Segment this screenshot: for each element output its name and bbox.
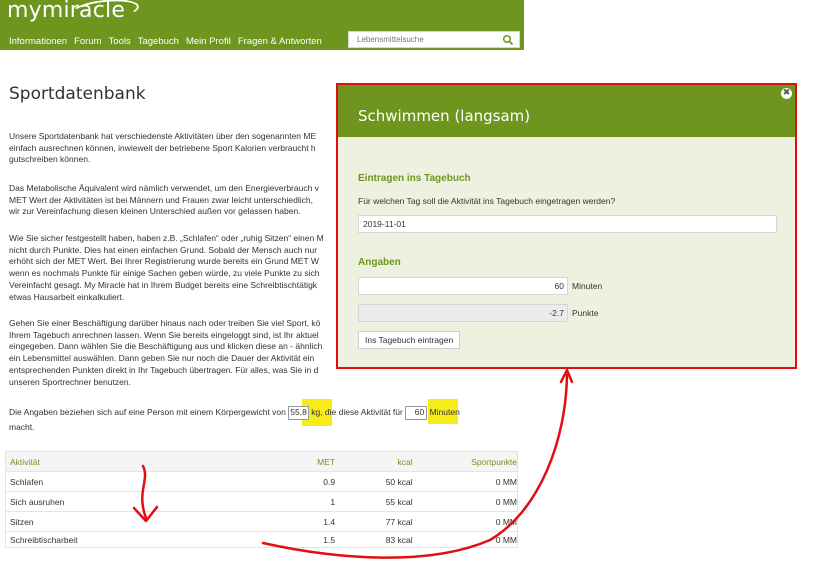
points-field: -2.7: [358, 304, 568, 322]
points-unit-label: Punkte: [572, 308, 599, 318]
activity-name: Schreibtischarbeit: [10, 534, 78, 545]
minutes-field[interactable]: 60: [358, 277, 568, 295]
table-header-row: Aktivität MET kcal Sportpunkte: [6, 452, 517, 471]
weight-sentence: Die Angaben beziehen sich auf eine Perso…: [9, 406, 529, 420]
food-search-input[interactable]: Lebensmittelsuche: [348, 31, 520, 48]
add-to-diary-button[interactable]: Ins Tagebuch eintragen: [358, 331, 461, 349]
activity-points: 0 MM: [495, 496, 517, 507]
nav-item-forum[interactable]: Forum: [74, 36, 101, 47]
activity-table: Aktivität MET kcal Sportpunkte Schlafen …: [5, 451, 518, 548]
activity-points: 0 MM: [495, 476, 517, 487]
date-input[interactable]: 2019-11-01: [358, 215, 777, 233]
main-nav: Informationen Forum Tools Tagebuch Mein …: [9, 36, 329, 47]
weight-input[interactable]: 55,8: [288, 406, 309, 420]
curved-arrow-head: [559, 368, 574, 384]
nav-item-mein-profil[interactable]: Mein Profil: [186, 36, 231, 47]
activity-kcal: 50 kcal: [385, 476, 413, 487]
activity-points: 0 MM: [495, 534, 517, 545]
activity-kcal: 55 kcal: [385, 496, 413, 507]
weight-sentence-mid: kg, die diese Aktivität für: [311, 407, 403, 417]
minutes-input[interactable]: 60: [405, 406, 428, 420]
activity-name: Sich ausruhen: [10, 496, 65, 507]
weight-sentence-line2: macht.: [9, 422, 35, 432]
table-row[interactable]: Sich ausruhen 1 55 kcal 0 MM: [6, 491, 517, 511]
modal-title: Schwimmen (langsam): [358, 107, 531, 125]
table-row[interactable]: Sitzen 1.4 77 kcal 0 MM: [6, 511, 517, 531]
activity-met: 0.9: [323, 476, 336, 487]
activity-name: Schlafen: [10, 476, 44, 487]
col-header-aktivitaet[interactable]: Aktivität: [6, 457, 293, 467]
modal-header: Schwimmen (langsam): [338, 85, 795, 137]
site-header: mymiracle Informationen Forum Tools Tage…: [0, 0, 524, 50]
search-icon[interactable]: [502, 34, 514, 46]
col-header-sportpunkte[interactable]: Sportpunkte: [413, 457, 517, 467]
nav-item-informationen[interactable]: Informationen: [9, 36, 67, 47]
nav-item-fragen-antworten[interactable]: Fragen & Antworten: [238, 36, 322, 47]
page-title: Sportdatenbank: [9, 84, 146, 104]
activity-met: 1.5: [323, 534, 336, 545]
activity-modal: Schwimmen (langsam) ✖ Eintragen ins Tage…: [336, 83, 797, 369]
diary-section-title: Eintragen ins Tagebuch: [358, 173, 471, 184]
activity-kcal: 77 kcal: [385, 516, 413, 527]
weight-sentence-end: Minuten: [429, 407, 460, 417]
activity-points: 0 MM: [495, 516, 517, 527]
search-placeholder: Lebensmittelsuche: [357, 35, 424, 44]
nav-item-tagebuch[interactable]: Tagebuch: [138, 36, 179, 47]
close-icon[interactable]: ✖: [781, 88, 792, 99]
table-row[interactable]: Schreibtischarbeit 1.5 83 kcal 0 MM: [6, 531, 517, 547]
nav-item-tools[interactable]: Tools: [109, 36, 131, 47]
activity-kcal: 83 kcal: [385, 534, 413, 545]
date-question-label: Für welchen Tag soll die Aktivität ins T…: [358, 196, 616, 206]
details-section-title: Angaben: [358, 257, 401, 268]
col-header-kcal[interactable]: kcal: [335, 457, 413, 467]
minutes-unit-label: Minuten: [572, 281, 603, 291]
table-row[interactable]: Schlafen 0.9 50 kcal 0 MM: [6, 471, 517, 491]
weight-sentence-start: Die Angaben beziehen sich auf eine Perso…: [9, 407, 286, 417]
activity-name: Sitzen: [10, 516, 34, 527]
activity-met: 1: [330, 496, 336, 507]
activity-met: 1.4: [323, 516, 336, 527]
logo[interactable]: mymiracle: [7, 0, 140, 25]
text-line: unseren Sportrechner benutzen.: [9, 376, 131, 387]
col-header-met[interactable]: MET: [293, 457, 335, 467]
